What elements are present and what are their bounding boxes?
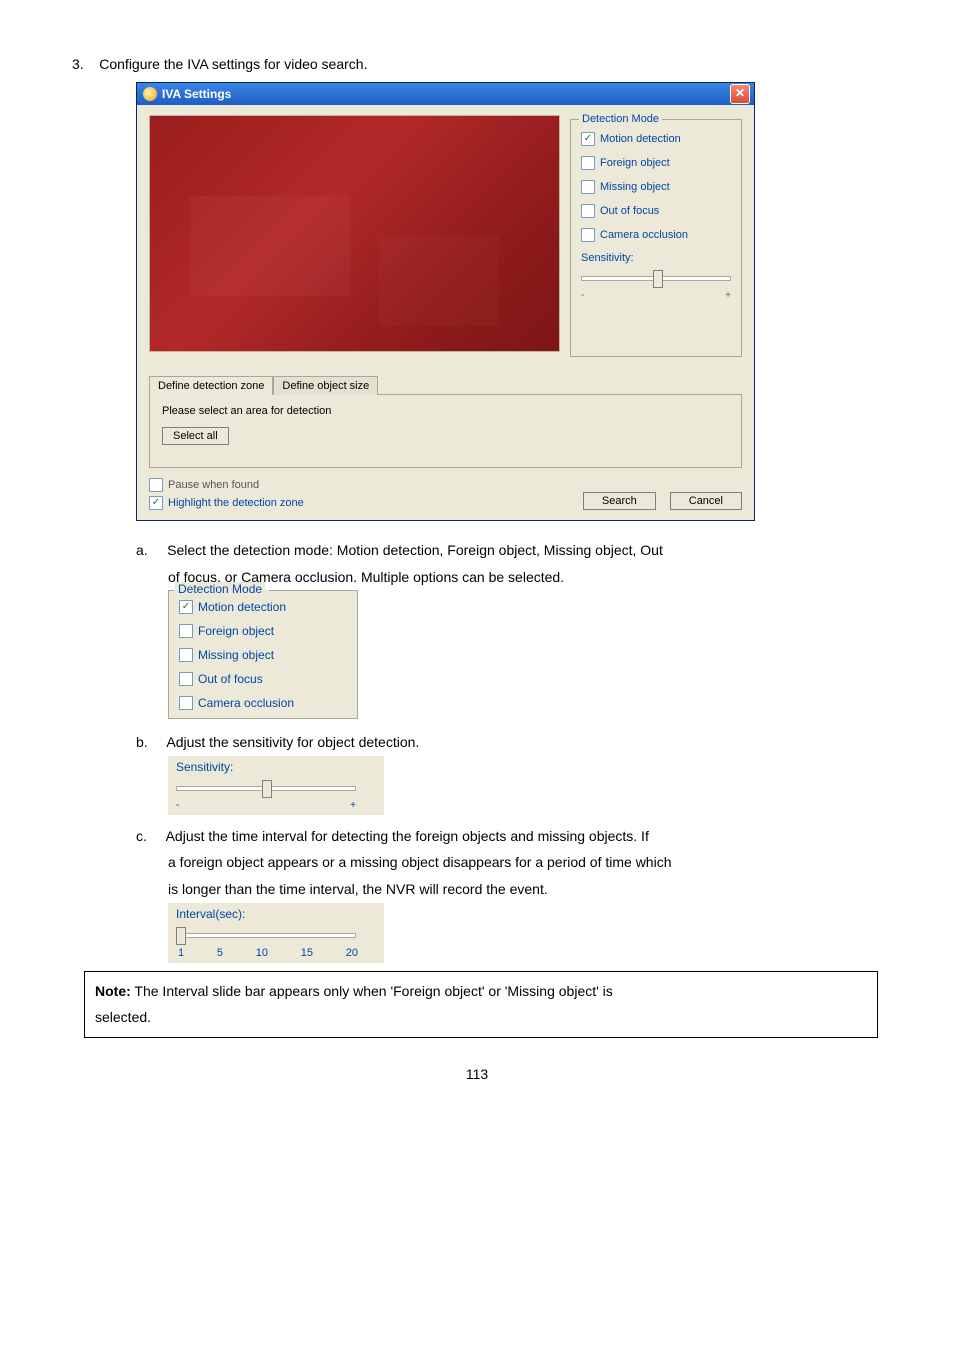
interval-crop: Interval(sec): 1 5 10 15 20 xyxy=(168,903,384,963)
interval-crop-label: Interval(sec): xyxy=(176,907,376,921)
crop-missing-label: Missing object xyxy=(198,648,274,662)
camera-occlusion-label: Camera occlusion xyxy=(600,229,688,241)
substep-c-label: c. xyxy=(136,828,147,844)
sens-plus: + xyxy=(725,290,731,301)
sens-minus: - xyxy=(581,290,584,301)
missing-object-label: Missing object xyxy=(600,181,670,193)
crop-occlusion-checkbox[interactable] xyxy=(179,696,193,710)
dialog-titlebar[interactable]: IVA Settings ✕ xyxy=(137,83,754,105)
pause-when-found-label: Pause when found xyxy=(168,479,259,491)
crop-missing-checkbox[interactable] xyxy=(179,648,193,662)
interval-tick-2: 10 xyxy=(256,947,268,959)
interval-slider[interactable] xyxy=(176,925,356,945)
substep-c-text2: a foreign object appears or a missing ob… xyxy=(168,854,672,870)
crop-motion-checkbox[interactable] xyxy=(179,600,193,614)
interval-tick-1: 5 xyxy=(217,947,223,959)
out-of-focus-label: Out of focus xyxy=(600,205,659,217)
out-of-focus-checkbox[interactable] xyxy=(581,204,595,218)
tab-define-detection-zone[interactable]: Define detection zone xyxy=(149,376,273,395)
interval-tick-0: 1 xyxy=(178,947,184,959)
sensitivity-crop: Sensitivity: - + xyxy=(168,756,384,815)
foreign-object-checkbox[interactable] xyxy=(581,156,595,170)
sensitivity-label: Sensitivity: xyxy=(581,252,731,264)
step-text: Configure the IVA settings for video sea… xyxy=(99,56,367,72)
sens-crop-minus: - xyxy=(176,800,179,811)
substep-a-label: a. xyxy=(136,542,148,558)
substep-b-text: Adjust the sensitivity for object detect… xyxy=(166,734,419,750)
tab-define-object-size[interactable]: Define object size xyxy=(273,376,378,395)
close-icon[interactable]: ✕ xyxy=(730,84,750,104)
missing-object-checkbox[interactable] xyxy=(581,180,595,194)
iva-settings-dialog: IVA Settings ✕ Detection Mode Motion det… xyxy=(136,82,755,521)
crop-occlusion-label: Camera occlusion xyxy=(198,696,294,710)
detection-mode-legend: Detection Mode xyxy=(579,113,662,125)
detection-mode-crop: Detection Mode Motion detection Foreign … xyxy=(168,590,358,719)
foreign-object-label: Foreign object xyxy=(600,157,670,169)
dialog-title: IVA Settings xyxy=(162,87,231,101)
interval-tick-3: 15 xyxy=(301,947,313,959)
note-text1: The Interval slide bar appears only when… xyxy=(131,983,613,999)
select-area-text: Please select an area for detection xyxy=(162,405,729,417)
crop-foreign-label: Foreign object xyxy=(198,624,274,638)
page-number: 113 xyxy=(72,1066,882,1082)
camera-preview[interactable] xyxy=(149,115,560,352)
substep-c-text3: is longer than the time interval, the NV… xyxy=(168,881,548,897)
sens-crop-plus: + xyxy=(350,800,356,811)
substep-a-text1: Select the detection mode: Motion detect… xyxy=(167,542,663,558)
sens-crop-label: Sensitivity: xyxy=(176,760,376,774)
cancel-button[interactable]: Cancel xyxy=(670,492,742,510)
step-number: 3. xyxy=(72,56,84,72)
substep-b-label: b. xyxy=(136,734,148,750)
substep-c-text1: Adjust the time interval for detecting t… xyxy=(166,828,649,844)
note-box: Note: The Interval slide bar appears onl… xyxy=(84,971,878,1038)
note-text2: selected. xyxy=(95,1009,151,1025)
highlight-zone-label: Highlight the detection zone xyxy=(168,497,304,509)
camera-occlusion-checkbox[interactable] xyxy=(581,228,595,242)
motion-detection-checkbox[interactable] xyxy=(581,132,595,146)
dialog-app-icon xyxy=(143,87,157,101)
crop-oof-checkbox[interactable] xyxy=(179,672,193,686)
select-all-button[interactable]: Select all xyxy=(162,427,229,445)
crop-foreign-checkbox[interactable] xyxy=(179,624,193,638)
search-button[interactable]: Search xyxy=(583,492,656,510)
interval-tick-4: 20 xyxy=(346,947,358,959)
crop-motion-label: Motion detection xyxy=(198,600,286,614)
sensitivity-slider[interactable] xyxy=(581,268,731,288)
note-bold: Note: xyxy=(95,983,131,999)
tab-panel: Please select an area for detection Sele… xyxy=(149,394,742,468)
sens-crop-slider[interactable] xyxy=(176,778,356,798)
crop-oof-label: Out of focus xyxy=(198,672,263,686)
detection-mode-crop-legend: Detection Mode xyxy=(175,582,265,596)
detection-mode-group: Detection Mode Motion detection Foreign … xyxy=(570,119,742,357)
motion-detection-label: Motion detection xyxy=(600,133,681,145)
pause-when-found-checkbox[interactable] xyxy=(149,478,163,492)
highlight-zone-checkbox[interactable] xyxy=(149,496,163,510)
